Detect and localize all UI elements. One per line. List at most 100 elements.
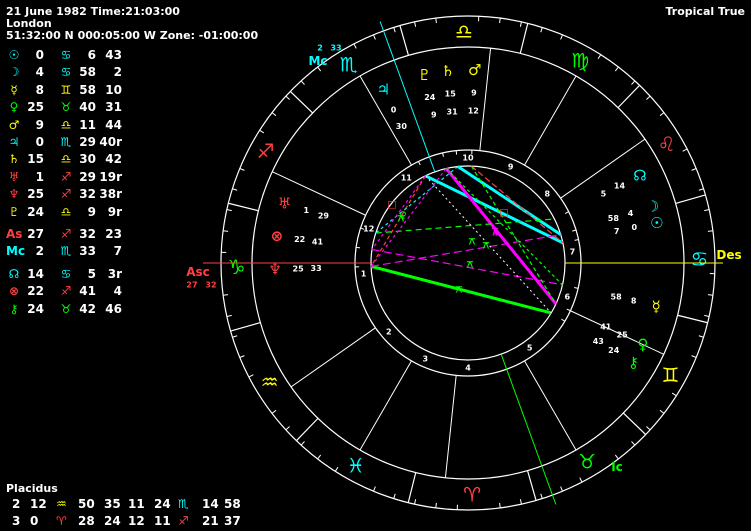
midheaven-minute: 33 bbox=[330, 44, 341, 53]
degree-tick bbox=[226, 314, 232, 317]
midheaven-degree: 2 bbox=[317, 44, 323, 53]
sign-boundary bbox=[399, 25, 410, 56]
planet-glyph-icon: ♀ bbox=[637, 336, 648, 354]
degree-tick bbox=[414, 21, 417, 27]
imum-coeli-axis bbox=[500, 353, 557, 505]
planet-glyph-icon: ♃ bbox=[377, 81, 390, 99]
aspect-glyph-icon: ⚻ bbox=[467, 260, 474, 271]
planet-glyph-icon: ☽ bbox=[646, 198, 659, 216]
degree-tick bbox=[223, 230, 229, 232]
planet-glyph-icon: ♂ bbox=[468, 61, 481, 79]
sign-boundary bbox=[675, 194, 706, 205]
planet-minute: 43 bbox=[593, 337, 604, 346]
planet-glyph-icon: ☿ bbox=[651, 297, 660, 315]
planet-tick bbox=[572, 229, 577, 232]
zodiac-sign-icon: ♉ bbox=[578, 449, 596, 473]
sign-boundary bbox=[407, 472, 417, 503]
zodiac-sign-icon: ♐ bbox=[257, 139, 275, 163]
degree-tick bbox=[373, 486, 376, 492]
sign-boundary bbox=[677, 314, 708, 324]
planet-glyph-icon: ⊗ bbox=[271, 227, 284, 245]
planet-glyph-icon: ♇ bbox=[418, 66, 431, 84]
degree-tick bbox=[659, 112, 665, 117]
planet-tick bbox=[574, 287, 579, 289]
degree-tick bbox=[226, 209, 232, 212]
sign-boundary bbox=[228, 202, 259, 212]
aspect-line bbox=[445, 167, 558, 305]
planet-glyph-icon: ☉ bbox=[650, 214, 663, 232]
zodiac-sign-icon: ♌ bbox=[657, 132, 675, 156]
zodiac-sign-icon: ♍ bbox=[571, 49, 589, 73]
planet-degree: 15 bbox=[445, 89, 457, 98]
planet-degree: 1 bbox=[304, 206, 310, 215]
house-number: 1 bbox=[361, 269, 367, 278]
planet-glyph-icon: ♄ bbox=[441, 62, 454, 80]
degree-tick bbox=[691, 168, 697, 171]
ascendant-label: Asc bbox=[186, 265, 210, 279]
degree-tick bbox=[704, 314, 710, 317]
degree-tick bbox=[597, 54, 602, 60]
zodiac-sign-icon: ♑ bbox=[228, 255, 246, 279]
aspect-glyph-icon: ⚻ bbox=[469, 237, 476, 248]
aspect-glyph-icon: □ bbox=[387, 200, 396, 211]
degree-tick bbox=[671, 392, 677, 397]
house-number: 10 bbox=[462, 154, 474, 163]
degree-tick bbox=[519, 21, 522, 27]
degree-tick bbox=[614, 454, 619, 460]
zodiac-sign-icon: ♎ bbox=[455, 20, 473, 44]
degree-tick bbox=[659, 409, 665, 414]
degree-tick bbox=[698, 335, 704, 338]
house-number: 3 bbox=[423, 354, 429, 363]
degree-tick bbox=[239, 355, 245, 358]
degree-tick bbox=[646, 95, 651, 100]
planet-degree: 14 bbox=[614, 181, 626, 190]
sign-boundary bbox=[617, 84, 641, 109]
aspect-line bbox=[445, 168, 563, 286]
planet-minute: 31 bbox=[447, 107, 459, 116]
ascendant-minute: 32 bbox=[205, 281, 216, 290]
planet-tick bbox=[564, 211, 569, 214]
aspect-line bbox=[470, 165, 557, 305]
sign-boundary bbox=[519, 23, 529, 54]
degree-tick bbox=[414, 499, 417, 505]
aspect-glyph-icon: ⚻ bbox=[483, 241, 490, 252]
aspect-glyph-icon: □ bbox=[499, 208, 508, 219]
house-number: 12 bbox=[363, 224, 374, 233]
house-cusp-line bbox=[524, 75, 577, 166]
degree-tick bbox=[435, 502, 437, 508]
ascendant-degree: 27 bbox=[186, 281, 197, 290]
degree-tick bbox=[271, 409, 277, 414]
sign-boundary bbox=[295, 417, 319, 442]
degree-tick bbox=[691, 355, 697, 358]
house-number: 9 bbox=[508, 163, 514, 172]
degree-tick bbox=[646, 426, 651, 431]
zodiac-sign-icon: ♋ bbox=[690, 247, 708, 271]
house-number: 2 bbox=[386, 327, 392, 336]
aspect-glyph-icon: ♀ bbox=[399, 211, 406, 222]
degree-tick bbox=[373, 34, 376, 40]
planet-tick bbox=[418, 161, 421, 166]
planet-tick bbox=[356, 246, 361, 249]
planet-degree: 25 bbox=[617, 330, 629, 339]
planet-minute: 12 bbox=[468, 107, 479, 116]
sign-boundary bbox=[230, 321, 261, 332]
planet-degree: 4 bbox=[628, 209, 634, 218]
planet-minute: 7 bbox=[614, 227, 620, 236]
planet-degree: 22 bbox=[294, 235, 305, 244]
degree-tick bbox=[579, 477, 583, 483]
zodiac-sign-icon: ♏ bbox=[340, 53, 358, 77]
degree-tick bbox=[560, 34, 563, 40]
planet-minute: 30 bbox=[396, 122, 408, 131]
planet-degree: 0 bbox=[631, 223, 637, 232]
zodiac-sign-icon: ♊ bbox=[662, 363, 680, 387]
degree-tick bbox=[631, 80, 636, 85]
planet-degree: 9 bbox=[471, 89, 477, 98]
zodiac-sign-icon: ♒ bbox=[261, 370, 279, 394]
house-number: 6 bbox=[564, 293, 570, 302]
house-number: 7 bbox=[570, 248, 576, 257]
degree-tick bbox=[271, 112, 277, 117]
aspect-glyph-icon: ⊼ bbox=[491, 228, 499, 239]
planet-glyph-icon: ♆ bbox=[268, 261, 281, 279]
degree-tick bbox=[248, 374, 254, 378]
natal-chart-wheel: ♎♍♌♋♊♉♈♓♒♑♐♏123456789101112Asc27 32Mc2 33D… bbox=[186, 15, 742, 511]
